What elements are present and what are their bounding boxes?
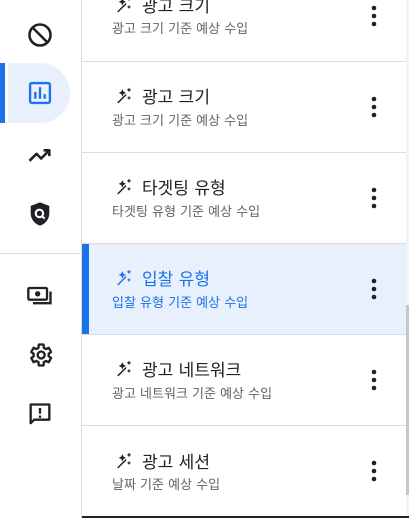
report-title: 광고 크기 xyxy=(114,0,210,17)
report-title-text: 타겟팅 유형 xyxy=(142,178,226,199)
report-title: 광고 네트워크 xyxy=(114,356,242,381)
navigation-rail xyxy=(0,0,82,518)
auto-awesome-sparkle-icon xyxy=(117,0,132,13)
nav-reports[interactable] xyxy=(0,63,81,123)
report-subtitle: 광고 크기 기준 예상 수입 xyxy=(112,22,249,37)
report-title-text: 광고 크기 xyxy=(142,0,210,17)
more-options-button[interactable] xyxy=(364,2,384,30)
more-options-button[interactable] xyxy=(364,184,384,212)
report-list: 광고 크기 광고 크기 기준 예상 수입 광고 크기 광고 크기 기준 예상 수… xyxy=(82,0,406,518)
nav-payments[interactable] xyxy=(0,265,81,325)
more-vert-icon xyxy=(371,460,377,482)
report-title-text: 광고 네트워크 xyxy=(142,360,242,381)
nav-active-marker xyxy=(0,63,5,123)
report-title: 광고 세션 xyxy=(114,448,210,473)
nav-block[interactable] xyxy=(0,5,81,65)
nav-brand-safety[interactable] xyxy=(0,184,81,244)
more-vert-icon xyxy=(371,96,377,118)
report-row-ad-network[interactable]: 광고 네트워크 광고 네트워크 기준 예상 수입 xyxy=(82,335,406,426)
report-row-targeting-type[interactable]: 타겟팅 유형 타겟팅 유형 기준 예상 수입 xyxy=(82,153,406,244)
nav-trends[interactable] xyxy=(0,125,81,185)
feedback-icon xyxy=(29,403,50,425)
report-title-text: 광고 세션 xyxy=(142,452,210,473)
auto-awesome-sparkle-icon xyxy=(117,87,132,104)
block-icon xyxy=(27,23,52,47)
nav-feedback[interactable] xyxy=(0,385,81,445)
gear-icon xyxy=(29,343,52,367)
auto-awesome-sparkle-icon xyxy=(117,269,132,286)
report-title: 광고 크기 xyxy=(114,83,210,108)
nav-divider xyxy=(0,253,81,254)
more-options-button[interactable] xyxy=(364,366,384,394)
shield-search-icon xyxy=(30,202,49,226)
report-row-ad-size[interactable]: 광고 크기 광고 크기 기준 예상 수입 xyxy=(82,62,406,153)
report-subtitle: 타겟팅 유형 기준 예상 수입 xyxy=(112,205,261,220)
more-options-button[interactable] xyxy=(364,275,384,303)
report-title: 입찰 유형 xyxy=(114,265,210,290)
trending-up-icon xyxy=(28,149,51,162)
more-vert-icon xyxy=(371,187,377,209)
report-title: 타겟팅 유형 xyxy=(114,174,226,199)
auto-awesome-sparkle-icon xyxy=(117,452,132,469)
more-options-button[interactable] xyxy=(364,93,384,121)
more-vert-icon xyxy=(371,278,377,300)
more-vert-icon xyxy=(371,369,377,391)
nav-settings[interactable] xyxy=(0,325,81,385)
report-subtitle: 광고 크기 기준 예상 수입 xyxy=(112,114,249,129)
bar-chart-icon xyxy=(28,81,51,105)
more-vert-icon xyxy=(371,5,377,27)
report-subtitle: 광고 네트워크 기준 예상 수입 xyxy=(112,387,273,402)
report-row-ad-session[interactable]: 광고 세션 날짜 기준 예상 수입 xyxy=(82,426,406,517)
report-row-ad-size[interactable]: 광고 크기 광고 크기 기준 예상 수입 xyxy=(82,0,406,62)
report-subtitle: 날짜 기준 예상 수입 xyxy=(112,478,221,493)
auto-awesome-sparkle-icon xyxy=(117,360,132,377)
report-row-bid-type[interactable]: 입찰 유형 입찰 유형 기준 예상 수입 xyxy=(82,244,406,335)
report-subtitle: 입찰 유형 기준 예상 수입 xyxy=(112,296,249,311)
payments-icon xyxy=(26,286,52,305)
auto-awesome-sparkle-icon xyxy=(117,178,132,195)
report-title-text: 입찰 유형 xyxy=(142,269,210,290)
more-options-button[interactable] xyxy=(364,457,384,485)
report-title-text: 광고 크기 xyxy=(142,87,210,108)
